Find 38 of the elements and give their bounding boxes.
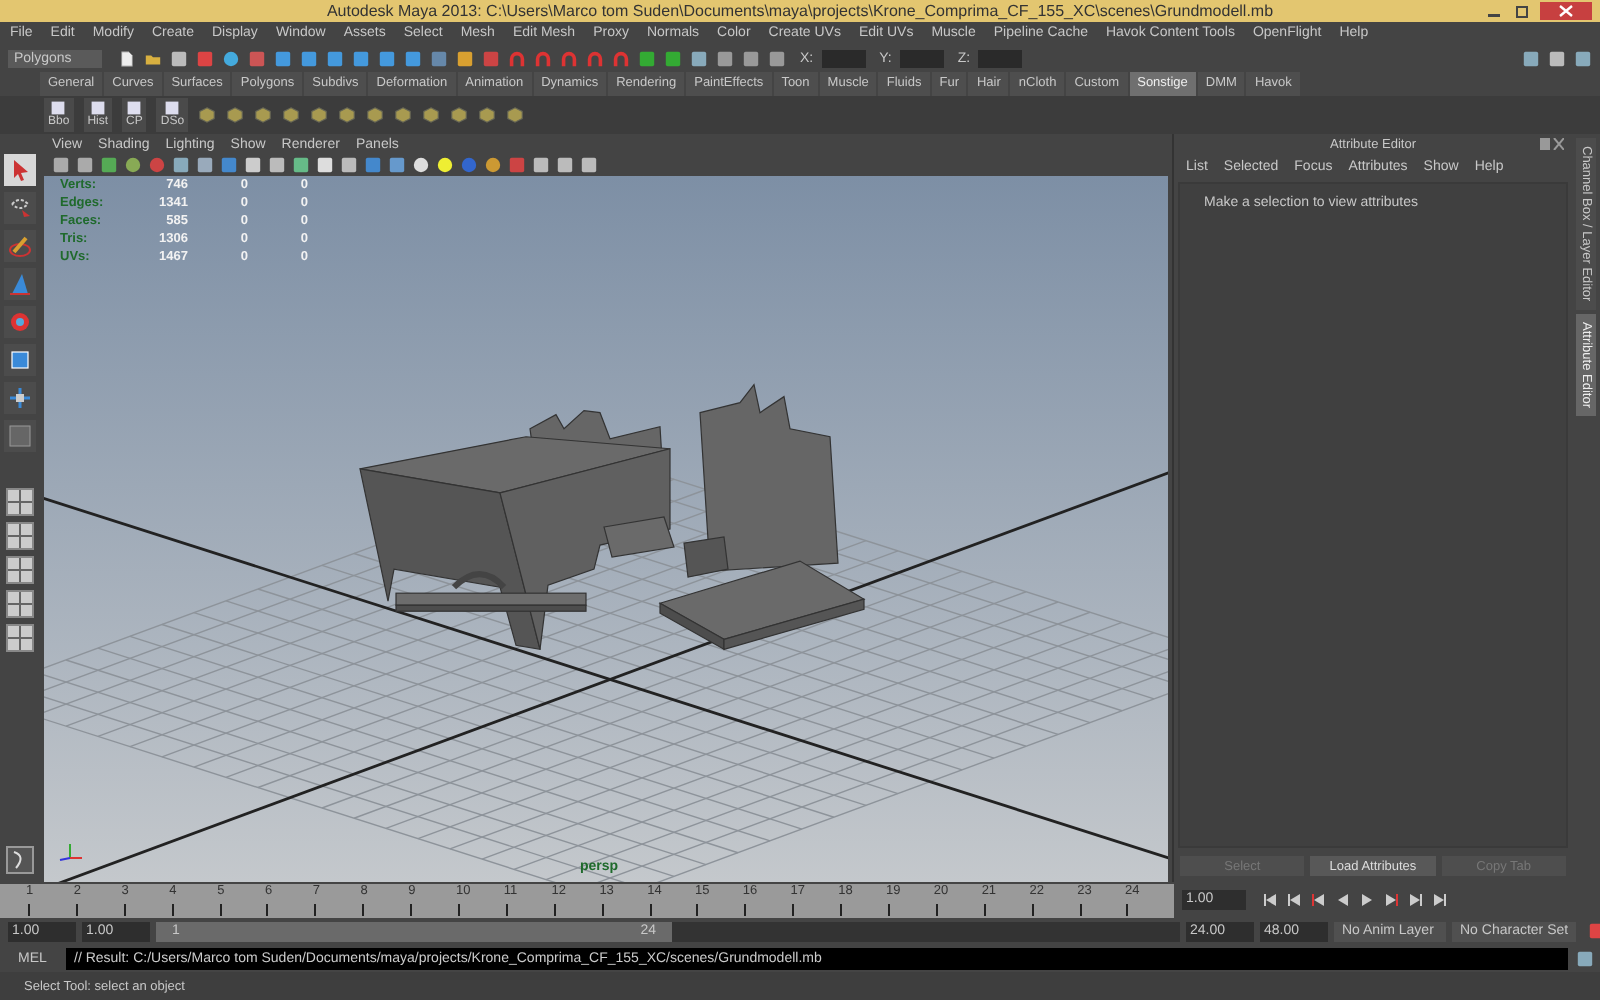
play-forward-icon[interactable]: [1358, 892, 1376, 908]
window-title: Autodesk Maya 2013: C:\Users\Marco tom Suden\Documents\maya\projects\Krone_Comprima_CF_155_XC\scenes\Grundmodell.mb: [326, 2, 1274, 20]
ring-icon: [8, 310, 32, 334]
brush-icon: [8, 234, 32, 258]
rotate-tool-button[interactable]: [4, 306, 36, 338]
maximize-icon[interactable]: [1512, 3, 1532, 19]
axis-indicator-icon: [56, 842, 84, 862]
step-back-frame-icon[interactable]: [1310, 892, 1328, 908]
cross-arrows-icon: [8, 386, 32, 410]
move-tool-button[interactable]: [4, 268, 36, 300]
close-icon[interactable]: [1540, 2, 1592, 20]
square-icon: [8, 424, 32, 448]
lasso-tool-button[interactable]: [4, 192, 36, 224]
layout-icon[interactable]: [6, 488, 34, 516]
layout-icon[interactable]: [6, 624, 34, 652]
step-forward-key-icon[interactable]: [1406, 892, 1424, 908]
scale-tool-button[interactable]: [4, 344, 36, 376]
coordinate-field[interactable]: [821, 49, 866, 67]
select-tool-button[interactable]: [4, 154, 36, 186]
layout-icon[interactable]: [6, 556, 34, 584]
step-back-key-icon[interactable]: [1286, 892, 1304, 908]
go-to-end-icon[interactable]: [1430, 892, 1448, 908]
arrow-cursor-icon: [8, 158, 32, 182]
layout-icon[interactable]: [6, 590, 34, 618]
step-forward-frame-icon[interactable]: [1382, 892, 1400, 908]
last-tool-button[interactable]: [4, 420, 36, 452]
float-panel-icon[interactable]: [1540, 138, 1564, 150]
play-backward-icon[interactable]: [1334, 892, 1352, 908]
lasso-icon: [8, 196, 32, 220]
coordinate-field[interactable]: [899, 49, 944, 67]
cone-icon: [8, 272, 32, 296]
manipulator-tool-button[interactable]: [4, 382, 36, 414]
folder-icon[interactable]: [144, 49, 162, 67]
go-to-start-icon[interactable]: [1262, 892, 1280, 908]
paint-tool-button[interactable]: [4, 230, 36, 262]
coordinate-field[interactable]: [978, 49, 1023, 67]
layout-icon[interactable]: [6, 522, 34, 550]
square-icon: [8, 348, 32, 372]
